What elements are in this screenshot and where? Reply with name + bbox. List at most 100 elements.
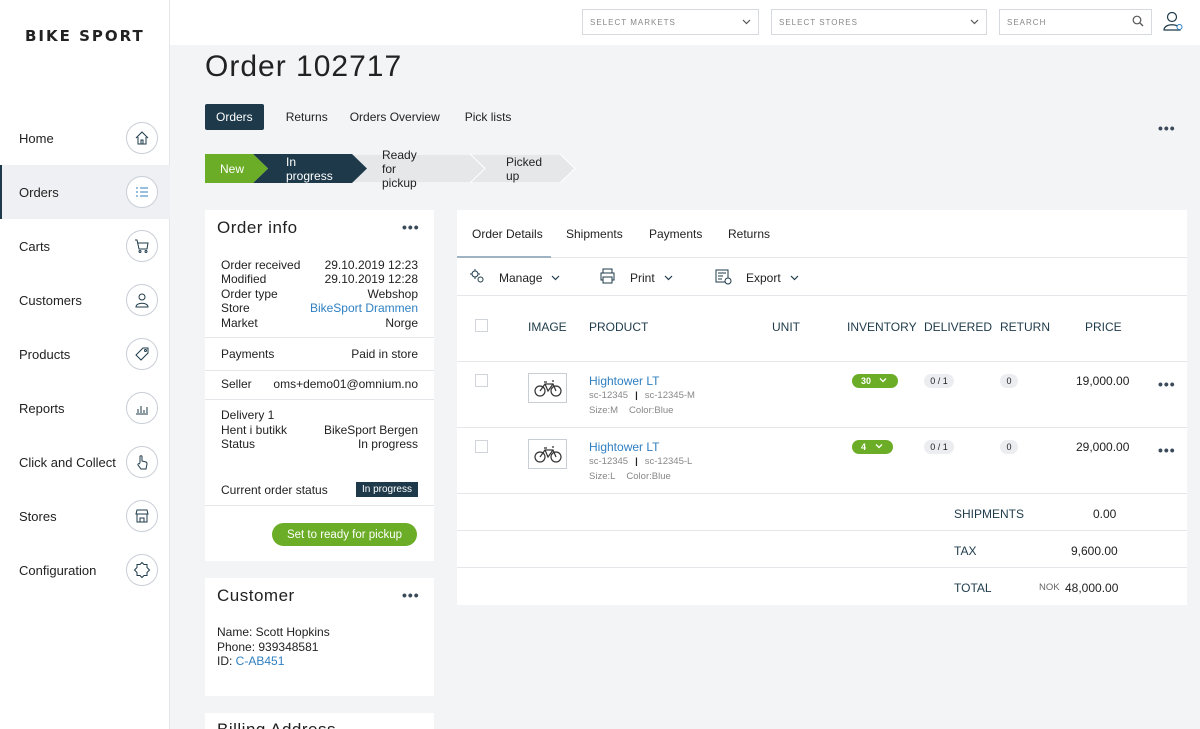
info-row-market: Market Norge (221, 316, 418, 330)
select-stores-dropdown[interactable]: SELECT STORES (771, 9, 987, 35)
row-checkbox[interactable] (475, 374, 488, 387)
row-checkbox[interactable] (475, 440, 488, 453)
tab-pick-lists[interactable]: Pick lists (454, 104, 523, 130)
total-label: TOTAL (954, 581, 992, 595)
inventory-dropdown[interactable]: 30 (852, 374, 898, 388)
info-value: In progress (357, 437, 418, 451)
size: Size:M (589, 405, 619, 416)
select-markets-dropdown[interactable]: SELECT MARKETS (582, 9, 759, 35)
info-row-payments: Payments Paid in store (221, 347, 418, 361)
export-label: Export (746, 271, 781, 285)
info-label: Modified (221, 272, 267, 286)
product-sku: sc-12345 | sc-12345-L (589, 456, 692, 467)
divider (457, 361, 1187, 362)
customer-id-link[interactable]: C-AB451 (236, 654, 285, 668)
row-more-icon[interactable]: ••• (1158, 442, 1176, 458)
search-input[interactable]: SEARCH (999, 9, 1152, 35)
manage-label: Manage (499, 270, 543, 285)
col-price: PRICE (1085, 320, 1122, 334)
order-info-title: Order info (217, 218, 298, 237)
customer-id: ID: C-AB451 (217, 654, 418, 668)
chevron-down-icon (970, 17, 979, 28)
sidebar-item-orders[interactable]: Orders (0, 165, 170, 219)
return-badge: 0 (1000, 440, 1018, 454)
inventory-count: 30 (861, 376, 872, 386)
tab-shipments[interactable]: Shipments (566, 227, 623, 241)
order-details-panel: Order Details Shipments Payments Returns… (457, 210, 1187, 605)
customer-title: Customer (217, 586, 295, 605)
hand-pointer-icon (126, 446, 158, 478)
tab-orders[interactable]: Orders (205, 104, 264, 130)
bicycle-icon (533, 380, 562, 397)
cart-icon (126, 230, 158, 262)
chevron-down-icon (790, 271, 799, 285)
store-icon (126, 500, 158, 532)
product-thumbnail[interactable] (528, 373, 567, 403)
home-icon (126, 122, 158, 154)
variant: sc-12345-L (644, 456, 693, 467)
export-menu[interactable]: Export (715, 268, 799, 288)
step-picked-up: Picked up (506, 154, 543, 183)
sidebar-item-products[interactable]: Products (0, 327, 170, 381)
info-row-delivery: Delivery 1 (221, 408, 418, 422)
tab-returns-detail[interactable]: Returns (728, 227, 770, 241)
info-row-type: Order type Webshop (221, 287, 418, 301)
person-icon (126, 284, 158, 316)
tax-value: 9,600.00 (1071, 544, 1118, 558)
tab-order-details[interactable]: Order Details (472, 227, 543, 241)
product-link[interactable]: Hightower LT (589, 440, 659, 454)
tab-payments[interactable]: Payments (649, 227, 702, 241)
tab-orders-overview[interactable]: Orders Overview (339, 104, 451, 130)
sidebar-item-reports[interactable]: Reports (0, 381, 170, 435)
col-delivered: DELIVERED (924, 320, 993, 334)
more-options-icon[interactable]: ••• (1158, 120, 1176, 136)
order-info-more-icon[interactable]: ••• (402, 219, 420, 235)
tab-returns[interactable]: Returns (275, 104, 339, 130)
product-attrs: Size:L Color:Blue (589, 471, 671, 482)
product-link[interactable]: Hightower LT (589, 374, 659, 388)
bar-chart-icon (126, 392, 158, 424)
customer-more-icon[interactable]: ••• (402, 587, 420, 603)
shipments-label: SHIPMENTS (954, 507, 1025, 521)
print-menu[interactable]: Print (599, 268, 673, 287)
info-label: Store (221, 301, 250, 315)
info-value: Paid in store (351, 347, 418, 361)
select-all-checkbox[interactable] (475, 319, 488, 332)
search-icon (1132, 15, 1144, 29)
page-title: Order 102717 (205, 50, 403, 83)
sidebar-item-label: Reports (19, 400, 65, 416)
divider (457, 427, 1187, 428)
sidebar-item-configuration[interactable]: Configuration (0, 543, 170, 597)
inventory-dropdown[interactable]: 4 (852, 440, 893, 454)
customer-id-label: ID: (217, 654, 236, 668)
divider (205, 399, 434, 400)
info-label: Current order status (221, 482, 328, 497)
customer-phone: Phone: 939348581 (217, 640, 319, 654)
manage-menu[interactable]: Manage (469, 268, 560, 287)
printer-icon (599, 268, 616, 287)
tag-icon (126, 338, 158, 370)
variant: sc-12345-M (644, 390, 695, 401)
sidebar-item-label: Products (19, 346, 71, 362)
sidebar-item-label: Stores (19, 508, 57, 524)
sidebar-item-home[interactable]: Home (0, 111, 170, 165)
line-price: 19,000.00 (1076, 374, 1130, 388)
row-more-icon[interactable]: ••• (1158, 376, 1176, 392)
export-icon (715, 268, 732, 288)
delivered-badge: 0 / 1 (924, 374, 954, 388)
info-row-modified: Modified 29.10.2019 12:28 (221, 272, 418, 286)
user-account-icon[interactable] (1162, 10, 1184, 35)
info-value: 29.10.2019 12:28 (324, 272, 418, 286)
step-in-progress: In progress (286, 154, 333, 183)
sidebar-item-stores[interactable]: Stores (0, 489, 170, 543)
set-ready-for-pickup-button[interactable]: Set to ready for pickup (272, 523, 417, 546)
chevron-down-icon (742, 17, 751, 28)
info-value: oms+demo01@omnium.no (273, 377, 418, 391)
info-label: Seller (221, 377, 252, 391)
sidebar-item-carts[interactable]: Carts (0, 219, 170, 273)
product-thumbnail[interactable] (528, 439, 567, 469)
sidebar-item-click-and-collect[interactable]: Click and Collect (0, 435, 170, 489)
sidebar-item-customers[interactable]: Customers (0, 273, 170, 327)
store-link[interactable]: BikeSport Drammen (310, 301, 418, 315)
color: Color:Blue (626, 471, 671, 482)
